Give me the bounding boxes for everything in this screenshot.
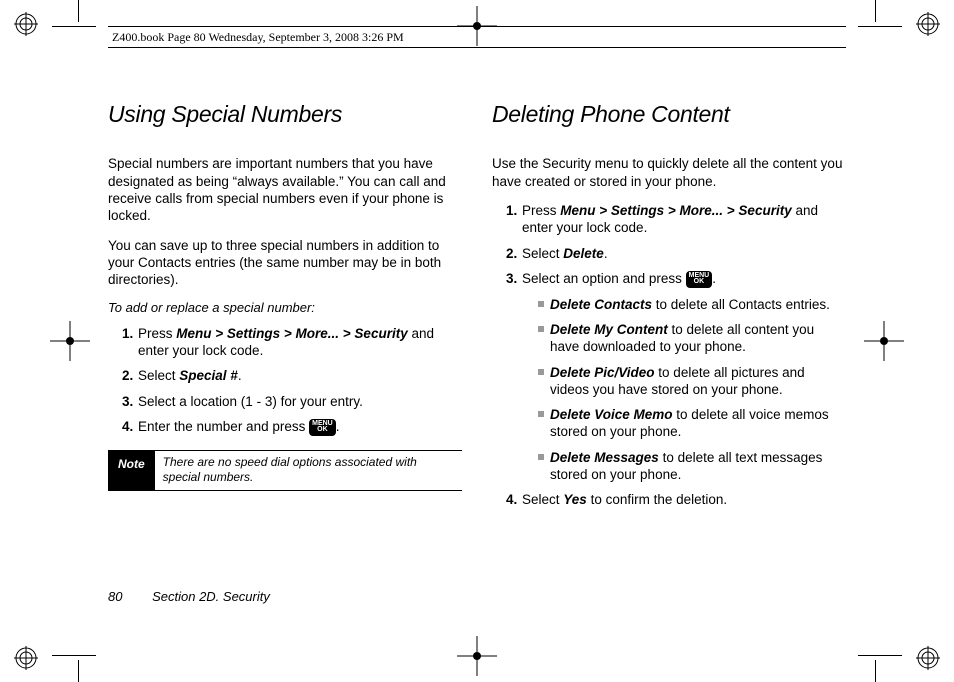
registration-mark-icon [916, 12, 940, 36]
registration-mark-icon [14, 646, 38, 670]
menu-ok-key-icon: MENUOK [309, 419, 336, 436]
subheading: To add or replace a special number: [108, 300, 462, 317]
body-text: Special numbers are important numbers th… [108, 155, 462, 224]
body-text: You can save up to three special numbers… [108, 237, 462, 289]
crop-line [875, 0, 876, 22]
menu-ok-key-icon: MENUOK [686, 271, 713, 288]
header-text: Z400.book Page 80 Wednesday, September 3… [112, 30, 404, 44]
steps-list: 1. Press Menu > Settings > More... > Sec… [492, 202, 846, 508]
option-item: Delete Messages to delete all text messa… [538, 449, 846, 484]
note-box: Note There are no speed dial options ass… [108, 450, 462, 491]
option-item: Delete Contacts to delete all Contacts e… [538, 296, 846, 313]
page-content: Using Special Numbers Special numbers ar… [108, 100, 846, 622]
option-item: Delete Pic/Video to delete all pictures … [538, 364, 846, 399]
registration-mark-icon [14, 12, 38, 36]
crop-line [78, 0, 79, 22]
crop-line [875, 660, 876, 682]
option-item: Delete My Content to delete all content … [538, 321, 846, 356]
step-item: 1. Press Menu > Settings > More... > Sec… [506, 202, 846, 237]
options-list: Delete Contacts to delete all Contacts e… [522, 296, 846, 483]
crop-mark-icon [864, 321, 904, 361]
crop-line [52, 26, 96, 27]
crop-mark-icon [457, 636, 497, 676]
crop-line [858, 26, 902, 27]
section-heading-deleting-content: Deleting Phone Content [492, 100, 846, 129]
step-item: 3. Select an option and press MENUOK. De… [506, 270, 846, 483]
note-text: There are no speed dial options associat… [155, 451, 462, 490]
page-footer: 80 Section 2D. Security [108, 589, 270, 604]
left-column: Using Special Numbers Special numbers ar… [108, 100, 462, 622]
step-item: 4. Enter the number and press MENUOK. [122, 418, 462, 436]
step-item: 3. Select a location (1 - 3) for your en… [122, 393, 462, 410]
crop-line [52, 655, 96, 656]
step-item: 4. Select Yes to confirm the deletion. [506, 491, 846, 508]
step-item: 2. Select Special #. [122, 367, 462, 384]
section-heading-special-numbers: Using Special Numbers [108, 100, 462, 129]
step-item: 1. Press Menu > Settings > More... > Sec… [122, 325, 462, 360]
option-item: Delete Voice Memo to delete all voice me… [538, 406, 846, 441]
step-item: 2. Select Delete. [506, 245, 846, 262]
body-text: Use the Security menu to quickly delete … [492, 155, 846, 190]
page-header: Z400.book Page 80 Wednesday, September 3… [108, 26, 846, 48]
crop-line [858, 655, 902, 656]
registration-mark-icon [916, 646, 940, 670]
right-column: Deleting Phone Content Use the Security … [492, 100, 846, 622]
crop-line [78, 660, 79, 682]
section-label: Section 2D. Security [152, 589, 270, 604]
crop-mark-icon [50, 321, 90, 361]
steps-list: 1. Press Menu > Settings > More... > Sec… [108, 325, 462, 436]
page-number: 80 [108, 589, 122, 604]
note-label: Note [108, 451, 155, 490]
